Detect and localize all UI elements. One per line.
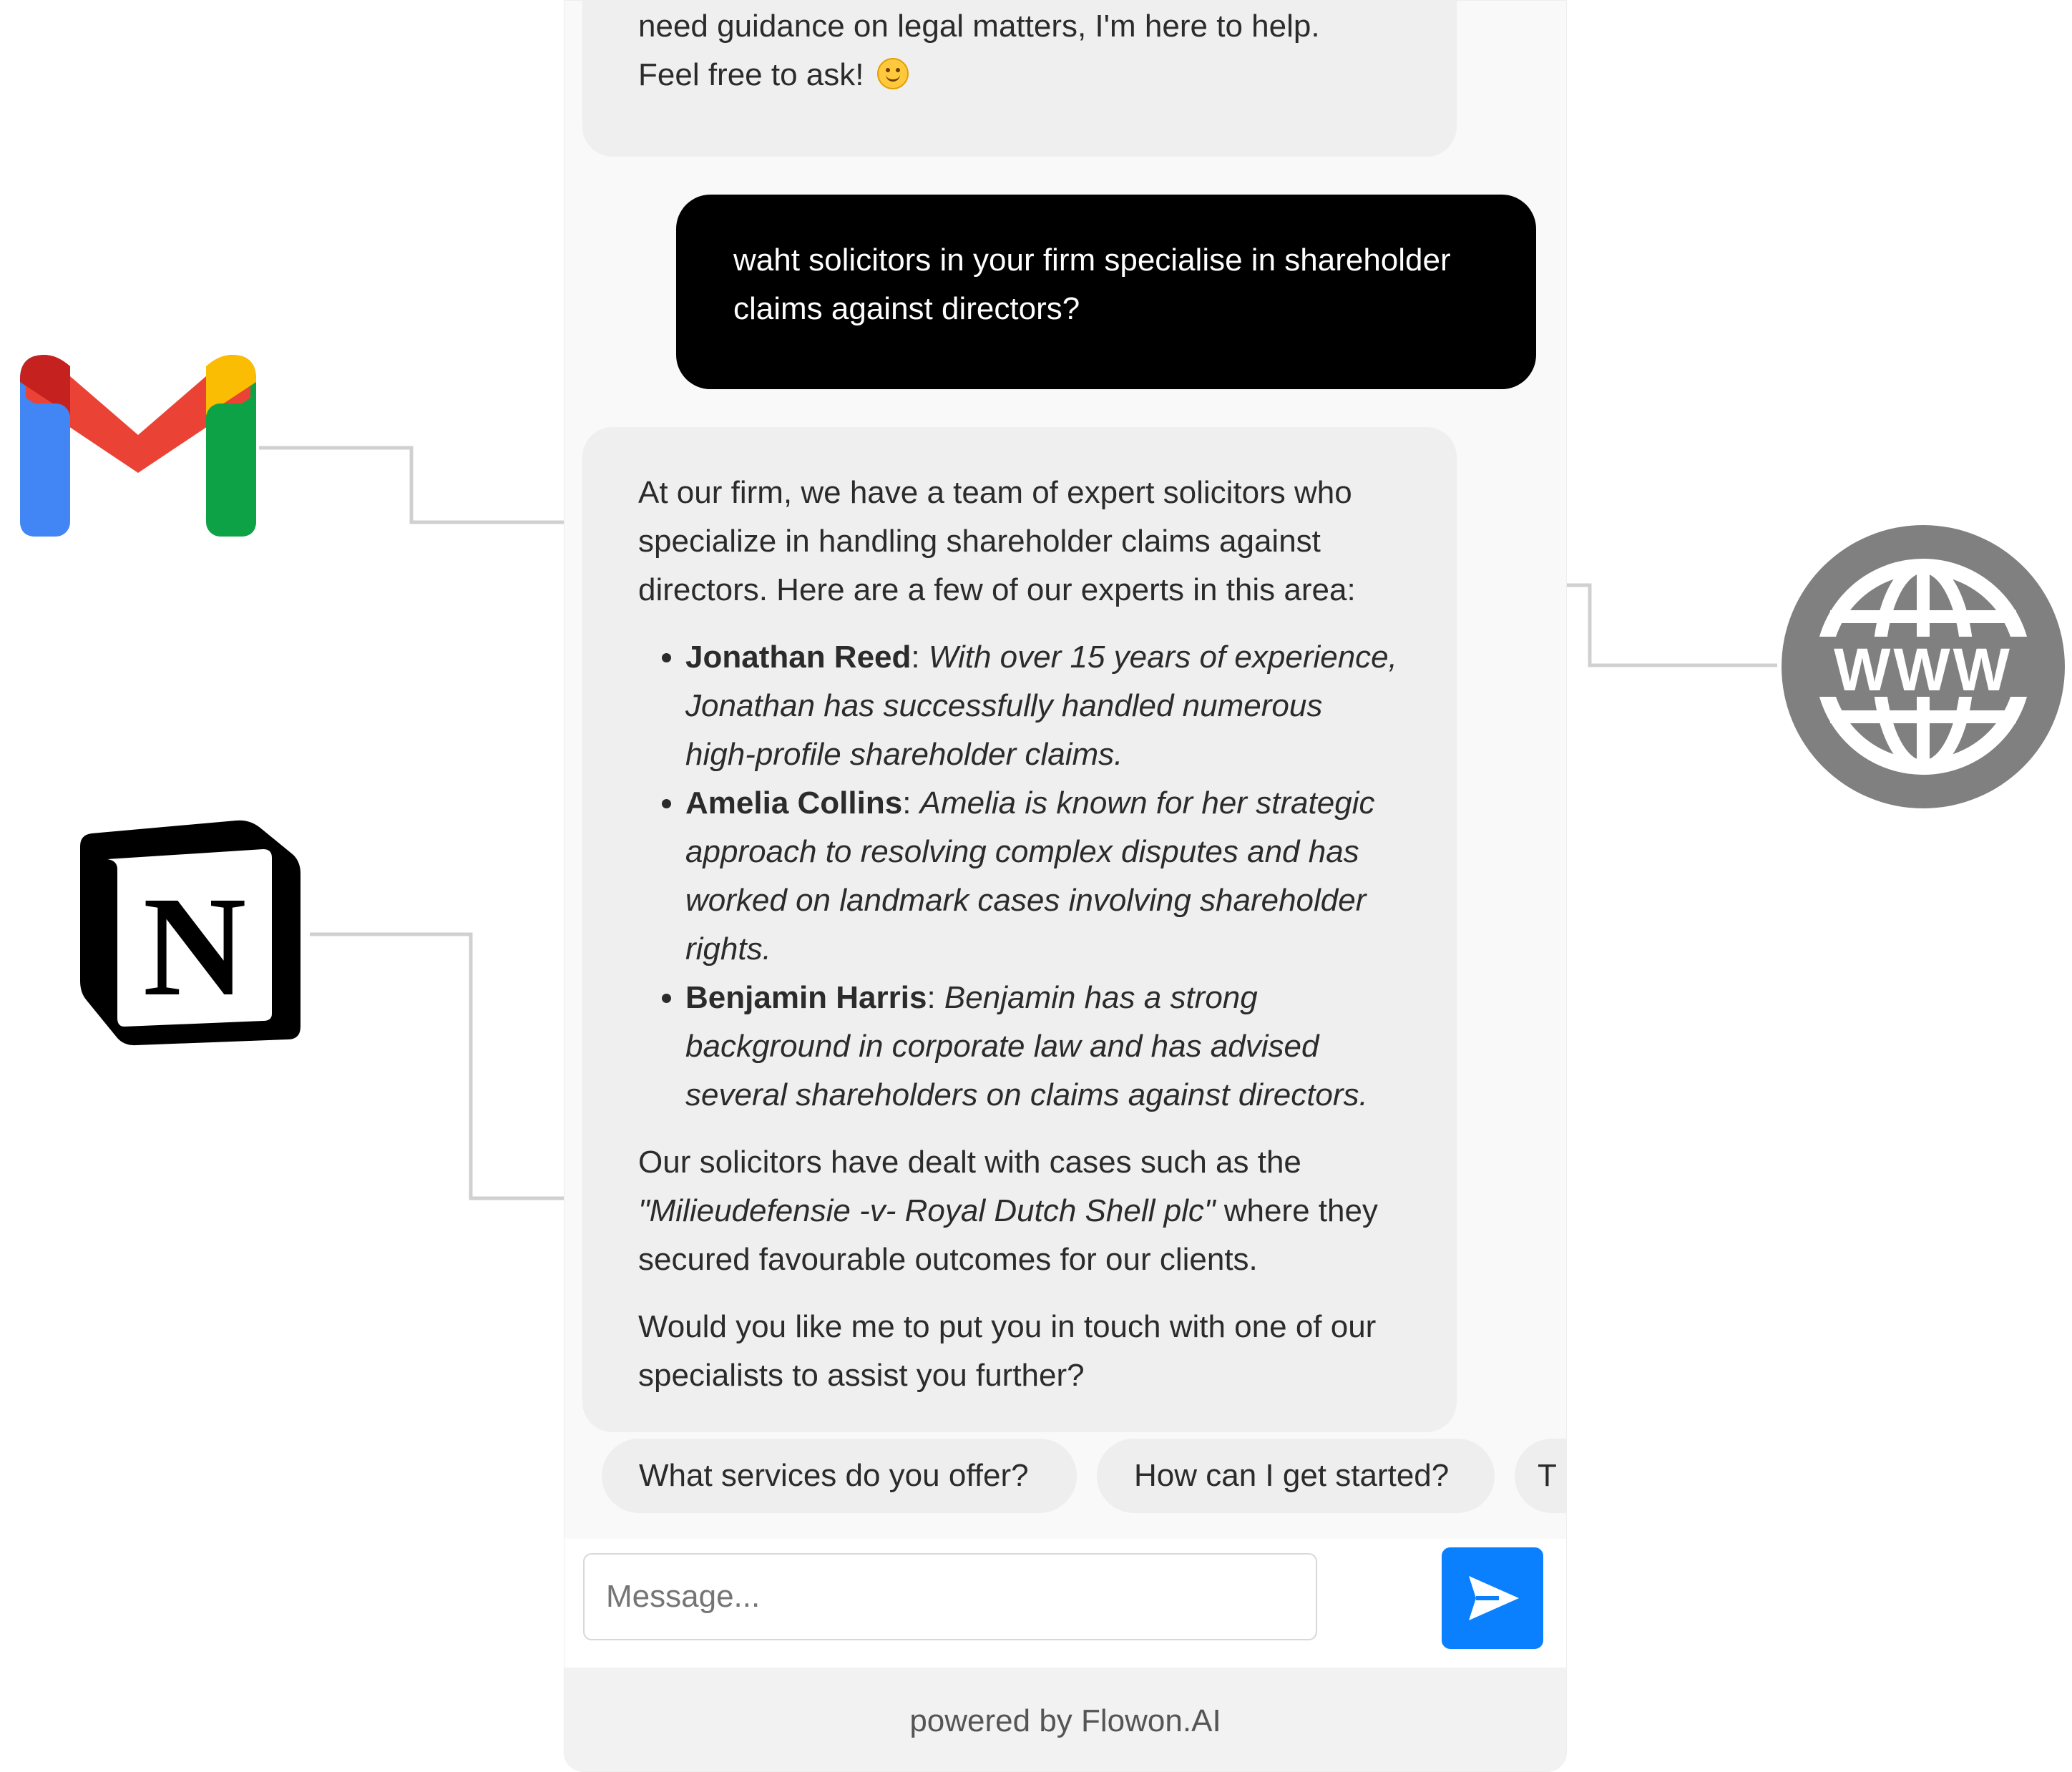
gmail-logo	[20, 355, 256, 537]
bot-message-line: Feel free to ask!	[638, 51, 1401, 99]
smiling-face-icon	[876, 58, 909, 89]
expert-item: Benjamin Harris: Benjamin has a strong b…	[685, 974, 1401, 1120]
powered-by-text: powered by Flowon.AI	[909, 1703, 1221, 1738]
response-cases: Our solicitors have dealt with cases suc…	[638, 1145, 1378, 1277]
suggestion-chips: What services do you offer? How can I ge…	[565, 1439, 1566, 1516]
suggestion-chip-services[interactable]: What services do you offer?	[602, 1439, 1077, 1513]
user-message-text: waht solicitors in your firm specialise …	[733, 243, 1451, 326]
bot-response-bubble: At our firm, we have a team of expert so…	[582, 427, 1457, 1432]
powered-by-footer: powered by Flowon.AI	[565, 1668, 1566, 1771]
expert-name: Benjamin Harris	[685, 980, 927, 1015]
expert-name: Jonathan Reed	[685, 640, 912, 675]
suggestion-chip-get-started[interactable]: How can I get started?	[1097, 1439, 1495, 1513]
expert-item: Jonathan Reed: With over 15 years of exp…	[685, 633, 1401, 779]
bot-message-line: need guidance on legal matters, I'm here…	[638, 9, 1320, 44]
experts-list: Jonathan Reed: With over 15 years of exp…	[638, 633, 1401, 1120]
website-globe-logo: WWW	[1782, 525, 2065, 808]
case-name: "Milieudefensie -v- Royal Dutch Shell pl…	[638, 1193, 1216, 1228]
notion-logo: N	[80, 820, 300, 1046]
gmail-connector	[259, 446, 564, 524]
composer	[565, 1539, 1566, 1668]
response-closing: Would you like me to put you in touch wi…	[638, 1309, 1377, 1393]
user-message-bubble: waht solicitors in your firm specialise …	[676, 195, 1536, 389]
expert-item: Amelia Collins: Amelia is known for her …	[685, 779, 1401, 974]
suggestion-chip-partial[interactable]: T	[1515, 1439, 1566, 1513]
response-intro: At our firm, we have a team of expert so…	[638, 475, 1356, 607]
bot-message-bubble: need guidance on legal matters, I'm here…	[582, 1, 1457, 157]
www-text: WWW	[1834, 636, 2013, 703]
notion-glyph: N	[143, 868, 246, 1026]
send-button[interactable]	[1442, 1547, 1543, 1649]
send-arrow-icon	[1469, 1576, 1519, 1620]
chat-widget: need guidance on legal matters, I'm here…	[564, 0, 1567, 1772]
message-input[interactable]	[583, 1553, 1317, 1640]
expert-name: Amelia Collins	[685, 785, 903, 821]
